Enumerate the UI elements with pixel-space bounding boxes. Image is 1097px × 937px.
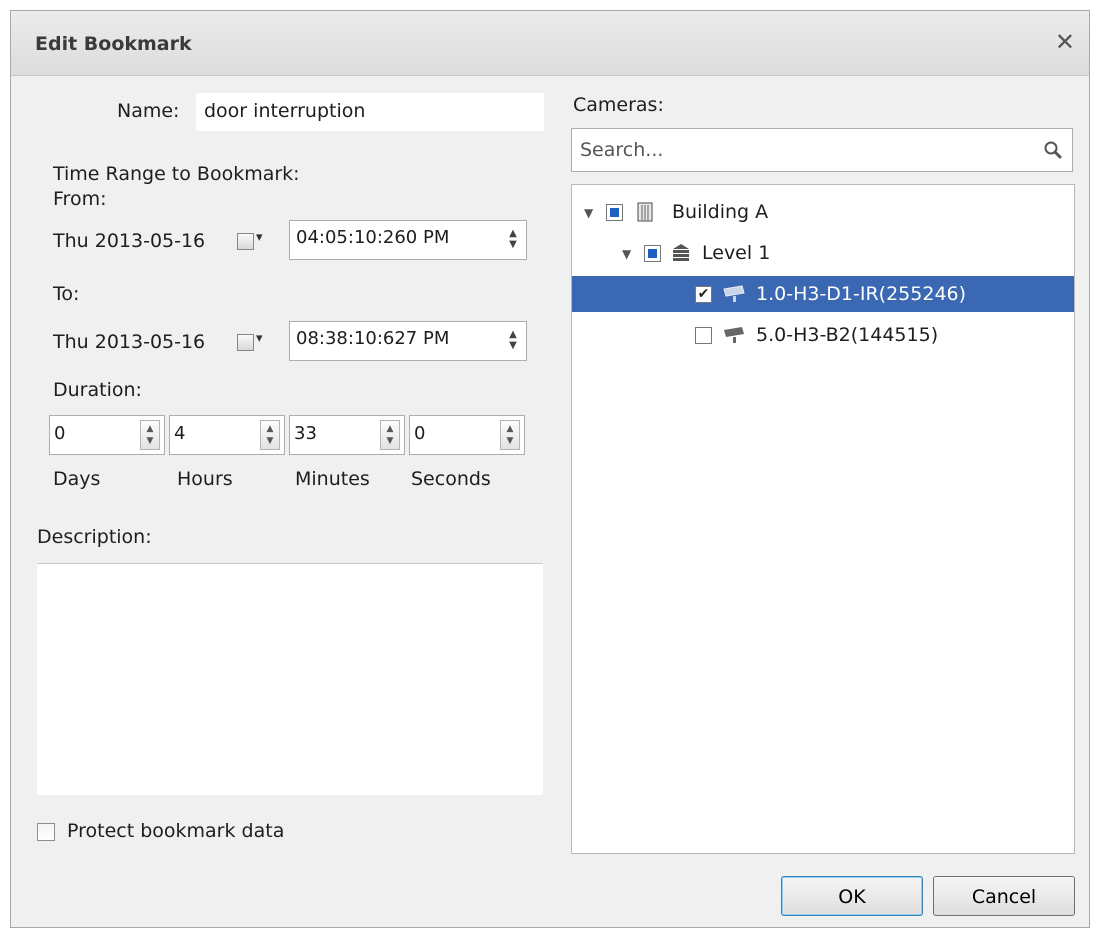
spin-up-icon[interactable]: ▲ [505,330,521,340]
days-label: Days [53,468,101,490]
close-icon[interactable]: ✕ [1055,28,1075,56]
tree-item-label: Level 1 [702,242,771,264]
spin-down-icon[interactable]: ▼ [261,436,279,446]
camera-1-checkbox[interactable]: ✔ [695,286,712,303]
name-value: door interruption [204,100,366,122]
minutes-stepper[interactable]: 33 ▲ ▼ [289,415,405,455]
tree-item-label: 1.0-H3-D1-IR(255246) [756,283,967,305]
from-time-value: 04:05:10:260 PM [296,227,450,248]
spin-down-icon[interactable]: ▼ [141,436,159,446]
tree-item-camera-2[interactable]: 5.0-H3-B2(144515) [572,317,1074,353]
chevron-down-icon: ▾ [256,331,263,346]
search-input[interactable]: Search... [580,139,663,161]
to-calendar-button[interactable]: ▾ [237,331,273,355]
name-field[interactable]: door interruption [196,93,544,131]
building-icon [637,202,653,222]
camera-icon [723,285,745,302]
minutes-label: Minutes [295,468,370,490]
hours-label: Hours [177,468,233,490]
from-label: From: [53,188,107,210]
tree-item-label: 5.0-H3-B2(144515) [756,324,939,346]
spin-down-icon[interactable]: ▼ [505,341,521,351]
tree-item-label: Building A [672,201,769,223]
name-label: Name: [117,100,180,122]
expand-arrow-icon[interactable]: ▼ [584,206,593,220]
ok-button[interactable]: OK [781,876,923,916]
hours-spin-button[interactable]: ▲ ▼ [260,420,280,450]
expand-arrow-icon[interactable]: ▼ [622,247,631,261]
building-a-checkbox[interactable] [606,204,623,221]
minutes-spin-button[interactable]: ▲ ▼ [380,420,400,450]
to-time-spinner[interactable]: ▲ ▼ [505,328,521,354]
duration-label: Duration: [53,379,142,401]
spin-up-icon[interactable]: ▲ [141,424,159,434]
seconds-value: 0 [414,423,426,444]
spin-up-icon[interactable]: ▲ [501,424,519,434]
hours-value: 4 [174,423,186,444]
calendar-icon [237,233,254,250]
spin-up-icon[interactable]: ▲ [505,229,521,239]
chevron-down-icon: ▾ [256,230,263,245]
spin-down-icon[interactable]: ▼ [505,240,521,250]
seconds-spin-button[interactable]: ▲ ▼ [500,420,520,450]
seconds-label: Seconds [411,468,491,490]
days-spin-button[interactable]: ▲ ▼ [140,420,160,450]
description-label: Description: [37,526,152,548]
spin-down-icon[interactable]: ▼ [501,436,519,446]
seconds-stepper[interactable]: 0 ▲ ▼ [409,415,525,455]
floor-icon [673,244,689,261]
dialog-title: Edit Bookmark [35,33,192,55]
spin-up-icon[interactable]: ▲ [261,424,279,434]
title-bar[interactable]: Edit Bookmark ✕ [11,11,1089,76]
time-range-label: Time Range to Bookmark: [53,163,300,185]
to-label: To: [53,283,80,305]
from-calendar-button[interactable]: ▾ [237,230,273,254]
description-textarea[interactable] [37,563,543,795]
cameras-label: Cameras: [573,94,664,116]
days-stepper[interactable]: 0 ▲ ▼ [49,415,165,455]
level-1-checkbox[interactable] [644,245,661,262]
to-time-field[interactable]: 08:38:10:627 PM [289,321,527,361]
minutes-value: 33 [294,423,317,444]
cancel-button[interactable]: Cancel [933,876,1075,916]
spin-down-icon[interactable]: ▼ [381,436,399,446]
tree-item-building-a[interactable]: ▼ Building A [572,194,1074,230]
camera-2-checkbox[interactable] [695,327,712,344]
from-date-value[interactable]: Thu 2013-05-16 [53,230,205,252]
to-date-value[interactable]: Thu 2013-05-16 [53,331,205,353]
protect-label: Protect bookmark data [67,820,285,842]
camera-tree[interactable]: ▼ Building A ▼ Level 1 ✔ 1.0-H3-D1-IR(25… [571,184,1075,854]
tree-item-level-1[interactable]: ▼ Level 1 [572,235,1074,271]
from-time-spinner[interactable]: ▲ ▼ [505,227,521,253]
days-value: 0 [54,423,66,444]
camera-icon [724,327,744,343]
calendar-icon [237,334,254,351]
camera-search[interactable]: Search... [571,128,1073,172]
tree-item-camera-1[interactable]: ✔ 1.0-H3-D1-IR(255246) [572,276,1074,312]
from-time-field[interactable]: 04:05:10:260 PM [289,220,527,260]
to-time-value: 08:38:10:627 PM [296,328,450,349]
protect-checkbox[interactable] [37,823,55,841]
search-icon[interactable] [1042,139,1064,161]
hours-stepper[interactable]: 4 ▲ ▼ [169,415,285,455]
spin-up-icon[interactable]: ▲ [381,424,399,434]
edit-bookmark-dialog: Edit Bookmark ✕ Name: door interruption … [10,10,1090,928]
